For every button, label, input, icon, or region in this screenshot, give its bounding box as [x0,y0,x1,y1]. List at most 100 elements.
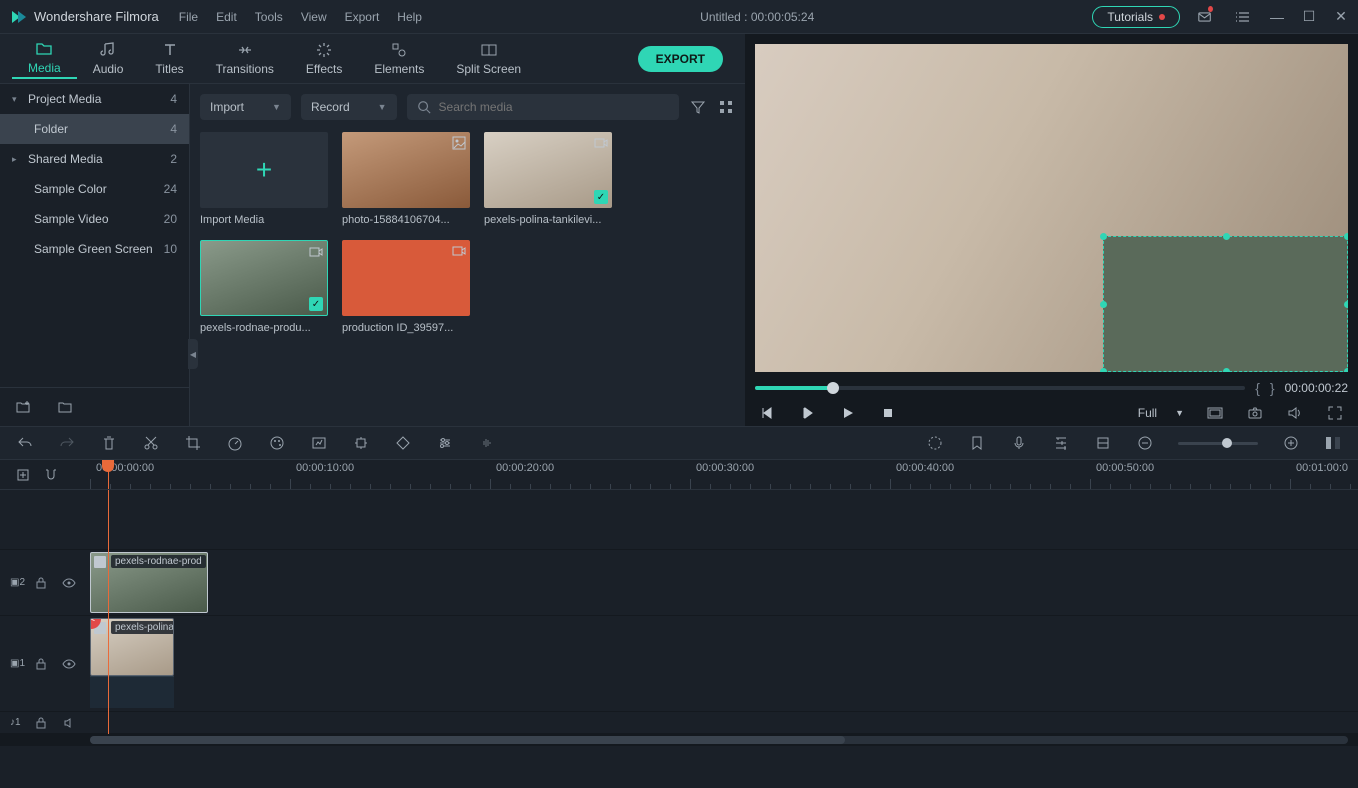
import-dropdown[interactable]: Import▼ [200,94,291,120]
message-icon[interactable] [1198,8,1216,26]
add-track-icon[interactable] [14,466,32,484]
mark-out-icon[interactable]: } [1270,380,1275,396]
tab-transitions[interactable]: Transitions [200,41,290,76]
tab-effects[interactable]: Effects [290,41,358,76]
menu-export[interactable]: Export [345,10,380,24]
sidebar-item-sample-video[interactable]: Sample Video20 [0,204,189,234]
thumb-polina[interactable]: ✓ pexels-polina-tankilevi... [484,132,612,226]
close-button[interactable]: ✕ [1334,8,1348,25]
stop-button[interactable] [879,404,897,422]
cut-icon[interactable] [142,434,160,452]
lock-icon[interactable] [32,574,50,592]
menu-help[interactable]: Help [397,10,422,24]
render-icon[interactable] [926,434,944,452]
step-back-button[interactable] [799,404,817,422]
minimize-button[interactable]: — [1270,9,1284,25]
timeline-ruler[interactable]: 00:00:00:0000:00:10:0000:00:20:0000:00:3… [90,460,1358,489]
elements-icon [390,41,408,59]
keyframe-icon[interactable] [394,434,412,452]
tutorials-button[interactable]: Tutorials [1092,6,1180,28]
undo-icon[interactable] [16,434,34,452]
mark-in-icon[interactable]: { [1255,380,1260,396]
redo-icon[interactable] [58,434,76,452]
zoom-slider[interactable] [1178,442,1258,445]
folder-icon[interactable] [56,398,74,416]
menu-file[interactable]: File [179,10,198,24]
video-track-2[interactable]: ▣2 pexels-rodnae-prod [0,550,1358,616]
audio-adjust-icon[interactable] [478,434,496,452]
tab-titles[interactable]: Titles [139,41,199,76]
eye-icon[interactable] [60,655,78,673]
green-screen-icon[interactable] [310,434,328,452]
search-input-wrapper[interactable] [407,94,679,120]
voiceover-icon[interactable] [1010,434,1028,452]
magnet-icon[interactable] [42,466,60,484]
lock-icon[interactable] [32,714,50,732]
thumb-production[interactable]: production ID_39597... [342,240,470,334]
main-menu: File Edit Tools View Export Help [179,10,422,24]
video-track-icon: ▣2 [10,577,22,589]
folder-icon [35,40,53,58]
preview-viewport[interactable] [755,44,1348,372]
sidebar-item-folder[interactable]: Folder4 [0,114,189,144]
quality-dropdown[interactable]: Full▼ [1138,406,1184,420]
tab-media[interactable]: Media [12,40,77,79]
speed-icon[interactable] [226,434,244,452]
preview-scrubber[interactable] [755,386,1245,390]
lock-icon[interactable] [32,655,50,673]
sidebar-item-project-media[interactable]: ▾Project Media4 [0,84,189,114]
menu-view[interactable]: View [301,10,327,24]
timeline-scrollbar[interactable] [0,734,1358,746]
thumb-import[interactable]: + Import Media [200,132,328,226]
sidebar-item-shared-media[interactable]: ▸Shared Media2 [0,144,189,174]
prev-frame-button[interactable] [759,404,777,422]
audio-track-1[interactable]: ♪1 [0,712,1358,734]
thumb-photo[interactable]: photo-15884106704... [342,132,470,226]
tab-audio[interactable]: Audio [77,41,140,76]
plus-icon: + [256,154,272,186]
sidebar-item-sample-green[interactable]: Sample Green Screen10 [0,234,189,264]
timeline: 00:00:00:0000:00:10:0000:00:20:0000:00:3… [0,460,1358,746]
tab-split-screen[interactable]: Split Screen [440,41,537,76]
maximize-button[interactable]: ☐ [1302,8,1316,25]
motion-track-icon[interactable] [352,434,370,452]
playhead[interactable] [108,460,109,489]
zoom-fit-icon[interactable] [1324,434,1342,452]
menu-tools[interactable]: Tools [255,10,283,24]
color-icon[interactable] [268,434,286,452]
mute-icon[interactable] [60,714,78,732]
list-icon[interactable] [1234,8,1252,26]
media-sidebar: ▾Project Media4 Folder4 ▸Shared Media2 S… [0,84,190,426]
search-input[interactable] [439,100,669,114]
menu-edit[interactable]: Edit [216,10,237,24]
clip-polina[interactable]: pexels-polina- ✂ [90,618,174,676]
play-button[interactable] [839,404,857,422]
export-button[interactable]: EXPORT [638,46,723,72]
tab-elements[interactable]: Elements [358,41,440,76]
fullscreen-icon[interactable] [1326,404,1344,422]
zoom-in-icon[interactable] [1282,434,1300,452]
new-folder-icon[interactable] [14,398,32,416]
adjust-icon[interactable] [436,434,454,452]
volume-icon[interactable] [1286,404,1304,422]
marker-icon[interactable] [968,434,986,452]
video-track-1[interactable]: ▣1 pexels-polina- ✂ [0,616,1358,712]
checked-icon: ✓ [594,190,608,204]
track-spacer [0,490,1358,550]
pip-overlay[interactable] [1103,236,1348,372]
eye-icon[interactable] [60,574,78,592]
thumb-rodnae[interactable]: ✓ pexels-rodnae-produ... [200,240,328,334]
track-height-icon[interactable] [1094,434,1112,452]
record-dropdown[interactable]: Record▼ [301,94,397,120]
filter-icon[interactable] [689,98,707,116]
timeline-toolbar [0,426,1358,460]
crop-icon[interactable] [184,434,202,452]
compare-icon[interactable] [1206,404,1224,422]
app-logo-icon [10,9,26,25]
grid-view-icon[interactable] [717,98,735,116]
snapshot-icon[interactable] [1246,404,1264,422]
delete-icon[interactable] [100,434,118,452]
sidebar-item-sample-color[interactable]: Sample Color24 [0,174,189,204]
mixer-icon[interactable] [1052,434,1070,452]
zoom-out-icon[interactable] [1136,434,1154,452]
